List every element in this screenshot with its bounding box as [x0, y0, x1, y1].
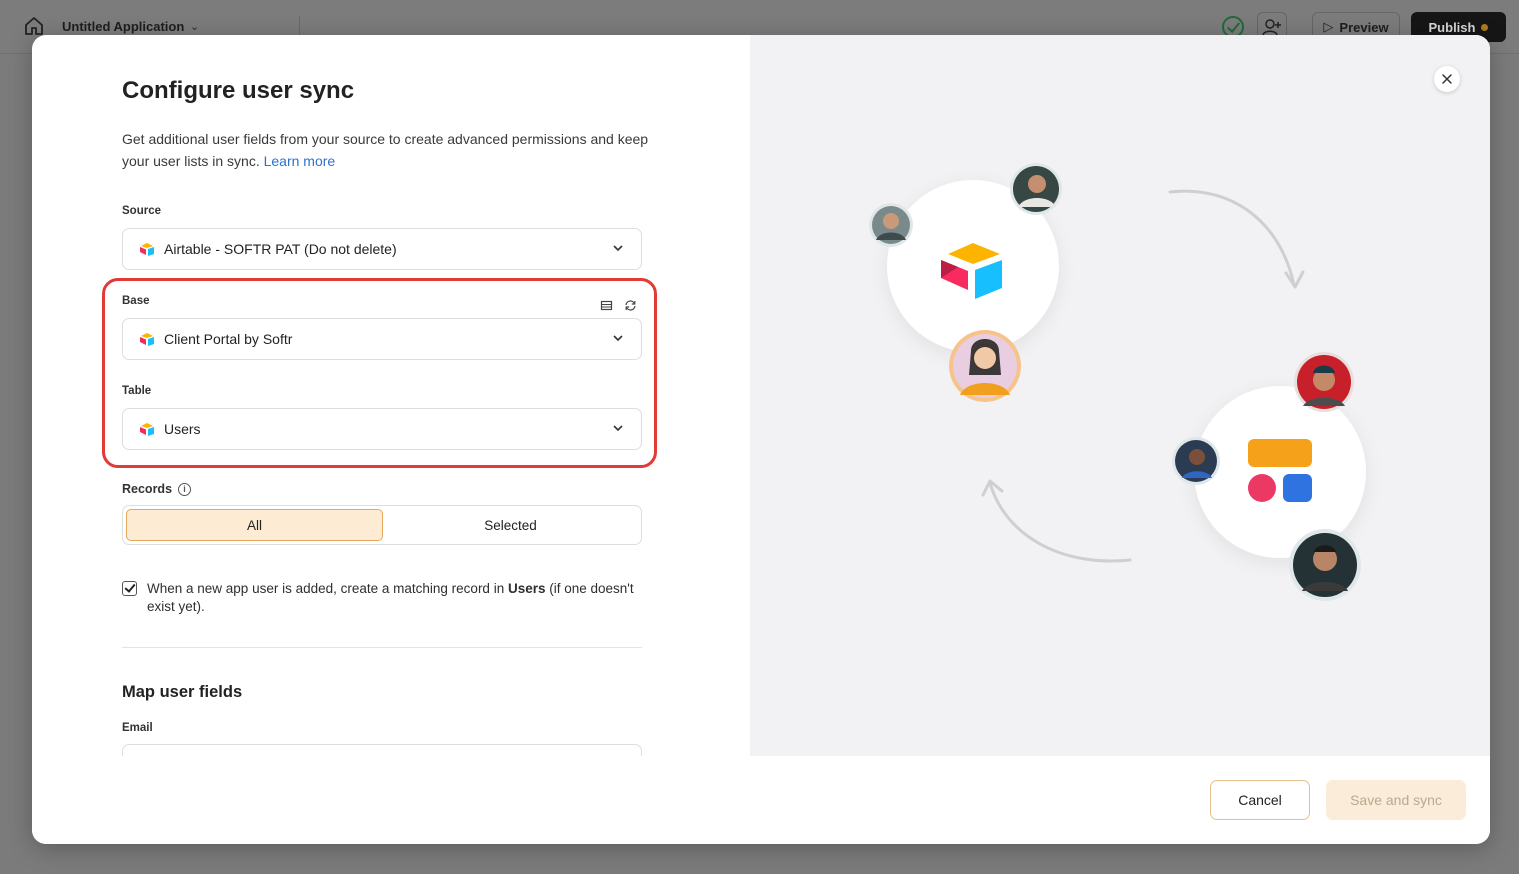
map-user-fields-title: Map user fields [122, 683, 243, 701]
base-select[interactable]: Client Portal by Softr [122, 318, 642, 360]
avatar [869, 203, 913, 247]
table-select[interactable]: Users [122, 408, 642, 450]
refresh-icon[interactable] [624, 299, 637, 312]
create-record-table-name: Users [507, 581, 546, 596]
sync-arrow-right-icon [1168, 189, 1296, 287]
description-text: Get additional user fields from your sou… [122, 131, 649, 169]
sidebar-backdrop [0, 54, 32, 874]
records-label: Records i [122, 482, 192, 496]
base-label: Base [122, 295, 150, 307]
chevron-down-icon [613, 425, 623, 432]
avatar [1010, 163, 1062, 215]
base-value: Client Portal by Softr [164, 331, 293, 347]
create-record-text-1: When a new app user is added, create a m… [147, 581, 508, 596]
chevron-down-icon [613, 245, 623, 252]
create-record-option: When a new app user is added, create a m… [122, 580, 642, 616]
illustration-panel [750, 35, 1490, 756]
source-label: Source [122, 205, 161, 217]
section-divider [122, 647, 642, 648]
publish-label: Publish [1428, 19, 1476, 35]
table-value: Users [164, 421, 201, 437]
table-label: Table [122, 385, 152, 397]
softr-circle [1194, 386, 1366, 558]
records-option-all[interactable]: All [126, 509, 383, 541]
sync-arrow-left-icon [988, 481, 1132, 563]
base-actions [600, 299, 637, 312]
chevron-down-icon [613, 335, 623, 342]
create-record-checkbox[interactable] [122, 581, 137, 596]
form-panel: Configure user sync Get additional user … [32, 35, 750, 756]
app-title[interactable]: Untitled Application [62, 19, 184, 34]
sync-illustration [869, 163, 1366, 601]
modal-description: Get additional user fields from your sou… [122, 128, 652, 172]
modal-title: Configure user sync [122, 77, 355, 104]
table-view-icon[interactable] [600, 299, 613, 312]
email-label: Email [122, 722, 153, 734]
close-button[interactable] [1434, 66, 1460, 92]
email-field-select[interactable] [122, 744, 642, 756]
airtable-logo-icon [140, 333, 154, 346]
info-icon[interactable]: i [178, 482, 192, 496]
configure-user-sync-modal: Configure user sync Get additional user … [32, 35, 1490, 844]
records-toggle: All Selected [122, 505, 642, 545]
avatar [1172, 437, 1220, 485]
avatar [949, 330, 1021, 402]
chevron-down-icon[interactable]: ⌄ [190, 20, 199, 33]
learn-more-link[interactable]: Learn more [264, 153, 336, 169]
avatar [1294, 352, 1354, 412]
airtable-logo-icon [140, 423, 154, 436]
records-label-text: Records [122, 482, 173, 496]
cancel-button[interactable]: Cancel [1210, 780, 1310, 820]
airtable-logo-icon [140, 243, 154, 256]
create-record-text: When a new app user is added, create a m… [147, 580, 642, 616]
unpublished-dot [1481, 23, 1489, 31]
source-value: Airtable - SOFTR PAT (Do not delete) [164, 241, 397, 257]
avatar [1289, 529, 1361, 601]
close-icon [1442, 74, 1452, 84]
records-option-selected[interactable]: Selected [383, 509, 638, 541]
preview-label: Preview [1339, 19, 1389, 35]
play-icon: ▷ [1323, 19, 1334, 34]
save-and-sync-button[interactable]: Save and sync [1326, 780, 1466, 820]
source-select[interactable]: Airtable - SOFTR PAT (Do not delete) [122, 228, 642, 270]
